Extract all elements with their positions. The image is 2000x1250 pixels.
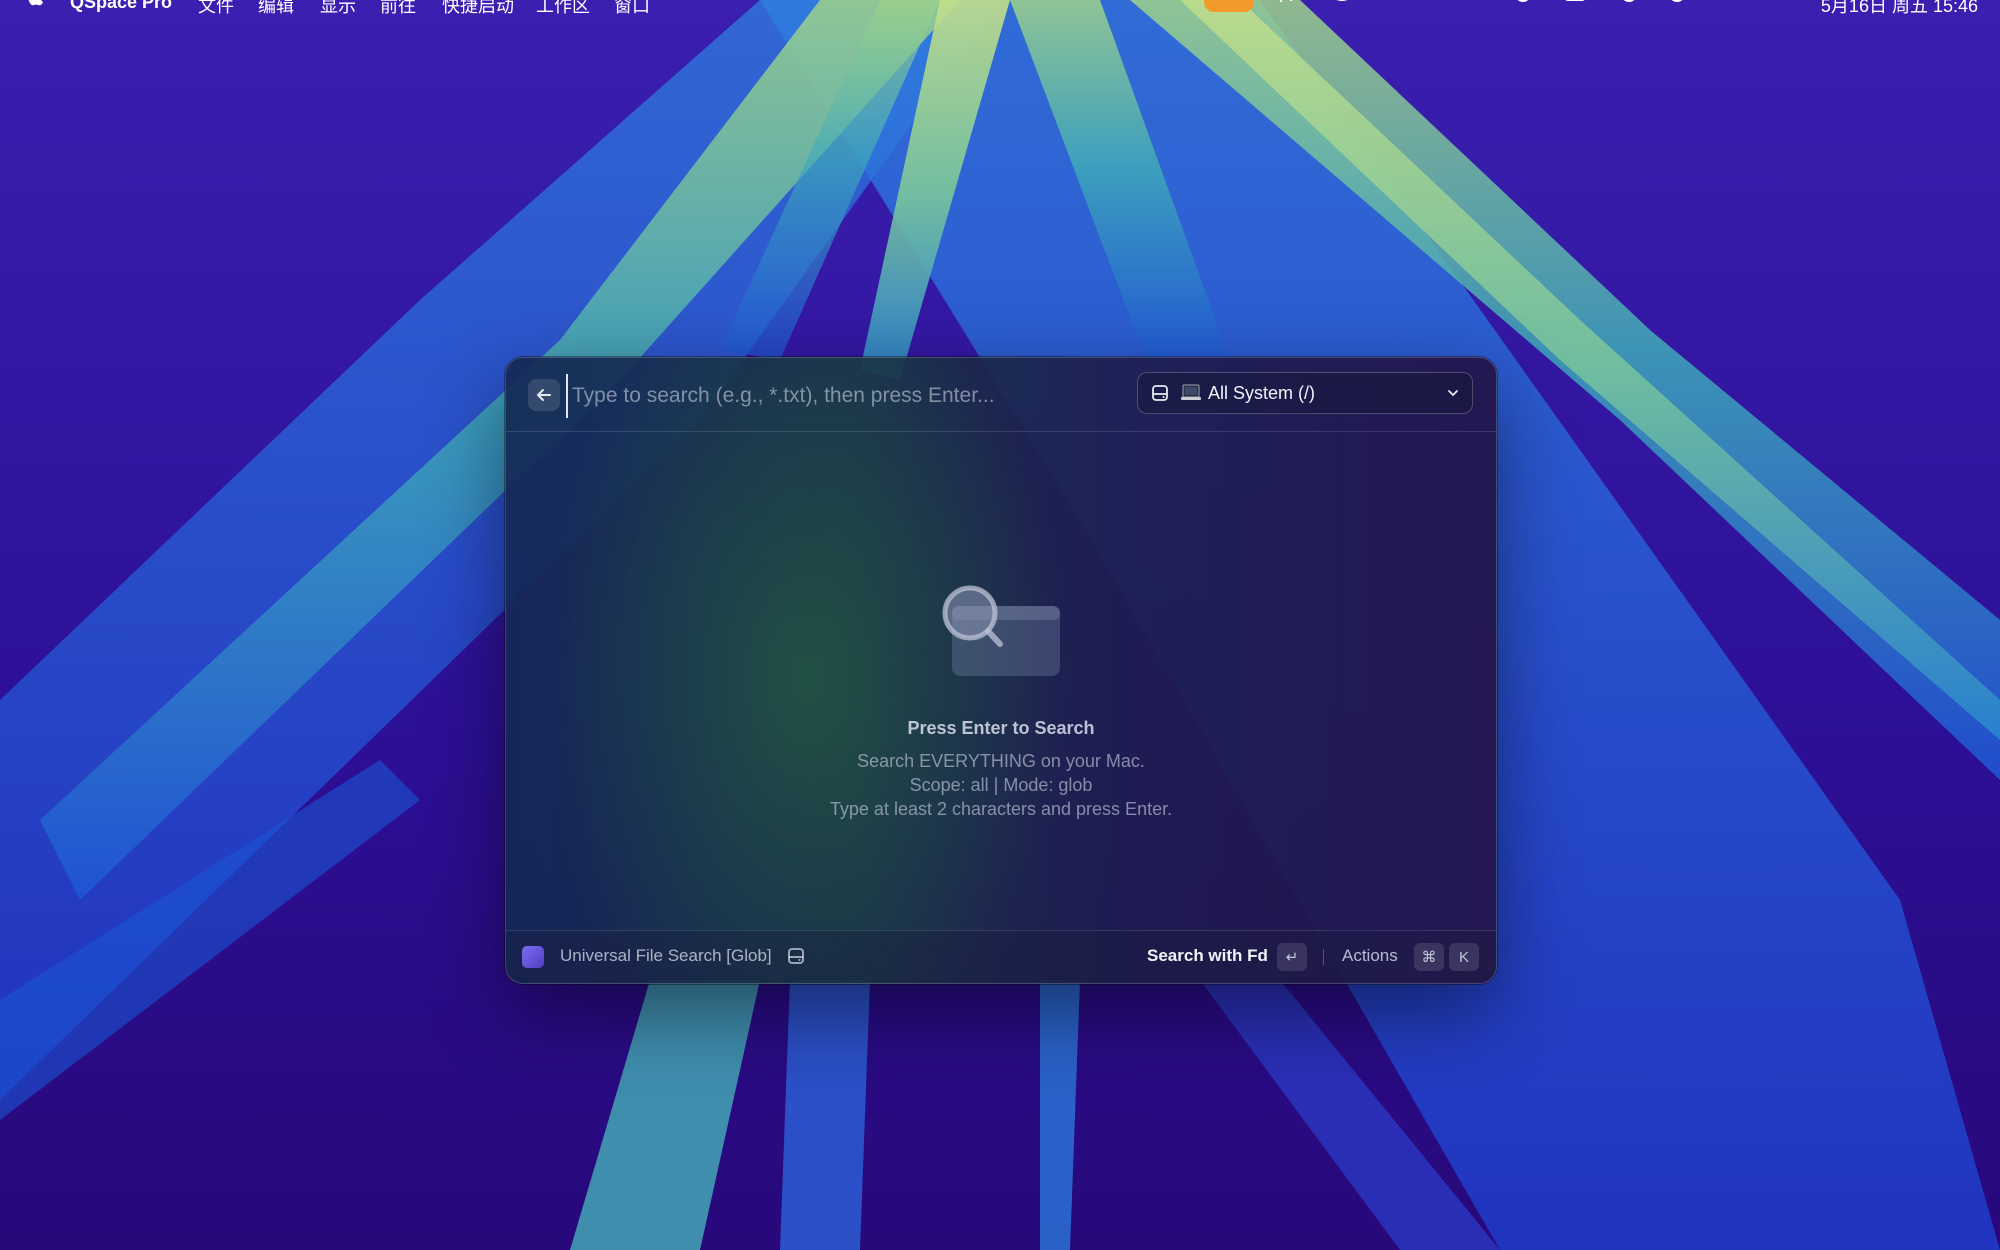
menu-quick-launch[interactable]: 快捷启动 xyxy=(442,0,514,18)
footer-divider xyxy=(1323,949,1324,965)
search-folder-icon xyxy=(942,585,1060,676)
menu-workspace[interactable]: 工作区 xyxy=(536,0,590,18)
empty-state-title: Press Enter to Search xyxy=(907,718,1095,738)
arrow-left-icon xyxy=(537,389,551,401)
drive-icon xyxy=(788,948,804,964)
chevron-down-icon xyxy=(1448,390,1458,397)
input-method-icon[interactable] xyxy=(1562,0,1588,8)
audio-levels-icon[interactable] xyxy=(1278,0,1304,8)
menu-edit[interactable]: 编辑 xyxy=(258,0,294,18)
enter-key-hint: ↵ xyxy=(1277,943,1307,971)
screen-mirroring-icon[interactable] xyxy=(1752,0,1778,8)
k-key-hint: K xyxy=(1449,943,1479,971)
drive-icon xyxy=(1152,385,1168,401)
cloud-icon[interactable] xyxy=(1330,0,1356,8)
extension-icon xyxy=(522,946,544,968)
empty-state-line: Search EVERYTHING on your Mac. xyxy=(857,751,1145,771)
battery-icon[interactable] xyxy=(1452,0,1478,8)
control-center-icon[interactable] xyxy=(1616,0,1642,8)
microphone-status-icon[interactable] xyxy=(1204,0,1254,12)
scope-label: All System (/) xyxy=(1208,382,1316,403)
extension-name: Universal File Search [Glob] xyxy=(560,946,772,965)
sync-icon[interactable] xyxy=(1402,0,1428,8)
menu-view[interactable]: 显示 xyxy=(320,0,356,18)
apple-icon[interactable] xyxy=(26,0,46,6)
scope-dropdown[interactable]: All System (/) xyxy=(1137,372,1473,414)
empty-state-line: Scope: all | Mode: glob xyxy=(909,775,1093,795)
notification-icon[interactable] xyxy=(1664,0,1690,8)
search-input[interactable] xyxy=(566,374,1114,418)
info-icon[interactable] xyxy=(1510,0,1536,8)
action-footer: Universal File Search [Glob] Search with… xyxy=(506,930,1496,983)
search-bar: All System (/) xyxy=(506,358,1496,432)
menu-file[interactable]: 文件 xyxy=(198,0,234,18)
search-with-fd-button[interactable]: Search with Fd xyxy=(1147,946,1268,966)
menu-bar: QSpace Pro 文件 编辑 显示 前往 快捷启动 工作区 窗口 5月16日… xyxy=(0,0,2000,16)
menu-clock[interactable]: 5月16日 周五 15:46 xyxy=(1821,0,1978,18)
empty-state: Press Enter to Search Search EVERYTHING … xyxy=(506,432,1496,932)
back-button[interactable] xyxy=(528,379,560,411)
menu-window[interactable]: 窗口 xyxy=(614,0,650,18)
actions-button[interactable]: Actions xyxy=(1342,946,1398,966)
file-search-window: All System (/) Press Enter to Search Sea… xyxy=(505,357,1497,984)
cmd-key-hint: ⌘ xyxy=(1414,943,1444,971)
laptop-icon xyxy=(1181,384,1201,400)
empty-state-line: Type at least 2 characters and press Ent… xyxy=(829,799,1173,819)
app-name-menu[interactable]: QSpace Pro xyxy=(70,0,172,13)
menu-go[interactable]: 前往 xyxy=(380,0,416,18)
